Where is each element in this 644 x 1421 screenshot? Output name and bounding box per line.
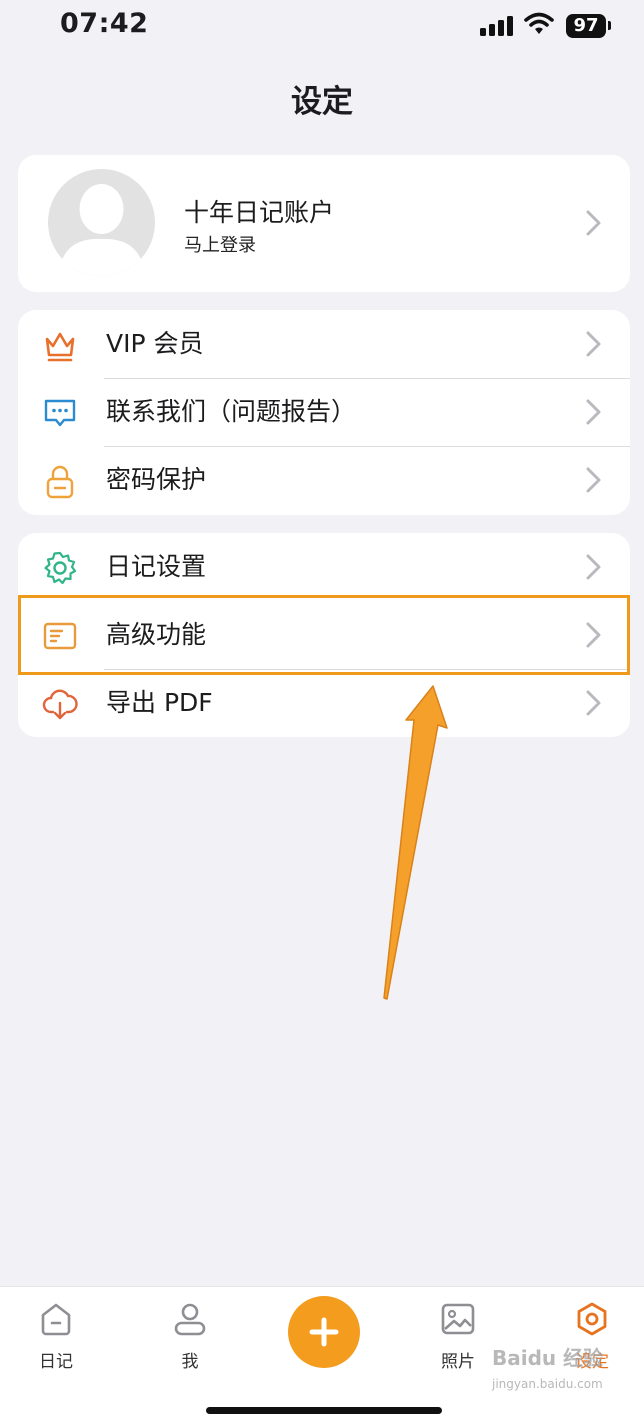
- contact-us-label: 联系我们（问题报告）: [106, 397, 357, 426]
- status-bar: 07:42 97: [0, 0, 644, 54]
- chevron-right-icon: [586, 210, 601, 236]
- login-prompt[interactable]: 马上登录: [184, 231, 256, 257]
- chevron-right-icon: [586, 467, 601, 493]
- cellular-signal-icon: [480, 16, 514, 36]
- diary-icon: [41, 1303, 71, 1336]
- watermark-url: jingyan.baidu.com: [492, 1377, 603, 1391]
- account-settings-group: VIP 会员 联系我们（问题报告） 密码保护: [18, 310, 630, 515]
- home-indicator: [206, 1407, 442, 1414]
- vip-membership-row[interactable]: VIP 会员: [18, 310, 630, 378]
- contact-us-row[interactable]: 联系我们（问题报告）: [18, 378, 630, 446]
- tab-photos[interactable]: 照片: [418, 1301, 498, 1372]
- photo-icon: [441, 1303, 475, 1335]
- chat-bubble-icon: [44, 399, 76, 427]
- crown-icon: [45, 332, 75, 362]
- gear-icon: [44, 551, 77, 585]
- chevron-right-icon: [586, 331, 601, 357]
- add-entry-button[interactable]: [288, 1296, 360, 1368]
- tab-diary[interactable]: 日记: [16, 1301, 96, 1372]
- tab-diary-label: 日记: [39, 1352, 73, 1372]
- diary-settings-label: 日记设置: [106, 552, 207, 581]
- cloud-download-icon: [42, 689, 78, 720]
- tab-me[interactable]: 我: [150, 1301, 230, 1372]
- hexagon-settings-icon: [577, 1302, 607, 1336]
- watermark-text: Baidu 经验: [492, 1346, 604, 1370]
- chevron-right-icon: [586, 554, 601, 580]
- vip-membership-label: VIP 会员: [106, 329, 204, 358]
- chevron-right-icon: [586, 690, 601, 716]
- chevron-right-icon: [586, 399, 601, 425]
- diary-settings-row[interactable]: 日记设置: [18, 533, 630, 601]
- status-time: 07:42: [60, 8, 149, 39]
- wifi-icon: [524, 12, 554, 34]
- avatar: [48, 169, 155, 276]
- default-avatar-icon: [58, 184, 145, 276]
- password-protection-label: 密码保护: [106, 465, 207, 494]
- profile-name: 十年日记账户: [184, 198, 335, 227]
- watermark: Baidu 经验 jingyan.baidu.com: [492, 1342, 612, 1402]
- tab-me-label: 我: [181, 1352, 199, 1372]
- password-protection-row[interactable]: 密码保护: [18, 446, 630, 514]
- export-pdf-label: 导出 PDF: [106, 688, 213, 717]
- tab-photos-label: 照片: [441, 1352, 475, 1372]
- page-title: 设定: [291, 84, 353, 120]
- highlight-box: [18, 595, 630, 675]
- person-icon: [174, 1303, 206, 1336]
- plus-icon: [309, 1317, 339, 1347]
- battery-tip: [608, 21, 611, 30]
- battery-indicator: 97: [566, 14, 606, 38]
- profile-card[interactable]: 十年日记账户 马上登录: [18, 155, 630, 292]
- export-pdf-row[interactable]: 导出 PDF: [18, 669, 630, 737]
- lock-icon: [46, 465, 74, 499]
- annotation-arrow: [383, 685, 448, 1000]
